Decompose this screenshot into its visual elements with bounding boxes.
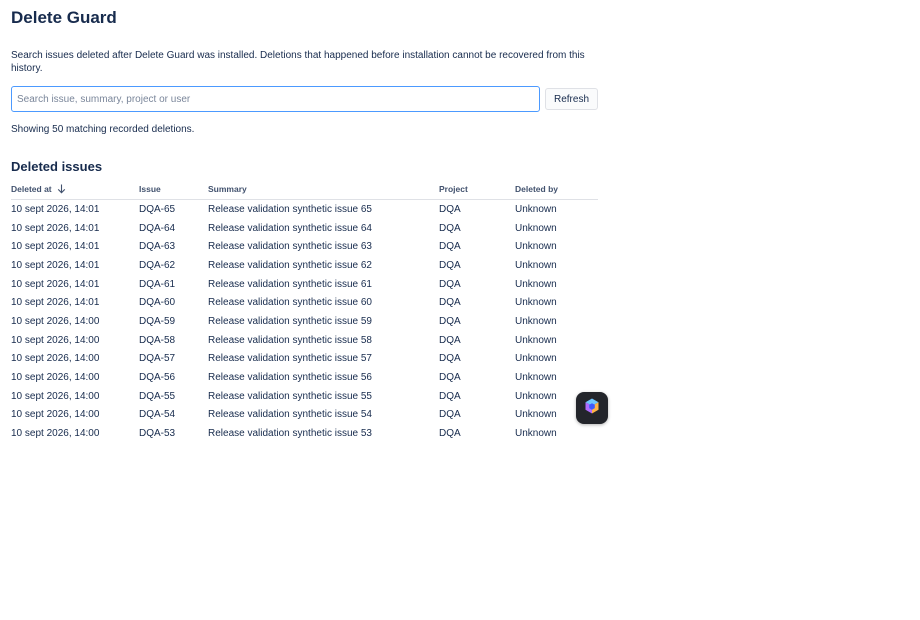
cell-summary: Release validation synthetic issue 59 [208,315,372,327]
app-launcher-button[interactable] [576,392,608,424]
cell-issue: DQA-62 [139,259,176,271]
cell-project: DQA [439,222,461,234]
cell-deleted-at: 10 sept 2026, 14:00 [11,372,100,384]
cell-project: DQA [439,297,461,309]
page-title: Delete Guard [11,8,117,27]
cell-deleted-by: Unknown [515,334,557,346]
cell-issue: DQA-54 [139,409,176,421]
cell-deleted-by: Unknown [515,259,557,271]
table-row: 10 sept 2026, 14:01 DQA-63 Release validat… [11,237,598,256]
table-row: 10 sept 2026, 14:00 DQA-53 Release validat… [11,424,598,443]
cell-issue: DQA-65 [139,203,176,215]
cell-deleted-by: Unknown [515,315,557,327]
cell-deleted-at: 10 sept 2026, 14:00 [11,315,100,327]
cell-deleted-by: Unknown [515,222,557,234]
cell-deleted-at: 10 sept 2026, 14:01 [11,241,100,253]
cell-project: DQA [439,203,461,215]
table-row: 10 sept 2026, 14:00 DQA-58 Release validat… [11,331,598,350]
column-header-deleted-by: Deleted by [515,184,598,200]
cell-project: DQA [439,372,461,384]
cell-deleted-at: 10 sept 2026, 14:00 [11,353,100,365]
cell-issue: DQA-60 [139,297,176,309]
table-row: 10 sept 2026, 14:00 DQA-54 Release validat… [11,406,598,425]
sort-descending-icon [57,184,66,196]
column-header-issue: Issue [139,184,208,200]
intro-text: Search issues deleted after Delete Guard… [11,50,585,74]
cell-summary: Release validation synthetic issue 55 [208,390,372,402]
cell-deleted-by: Unknown [515,241,557,253]
cube-logo-icon [583,397,601,420]
column-header-deleted-at[interactable]: Deleted at [11,184,139,200]
cell-deleted-at: 10 sept 2026, 14:01 [11,297,100,309]
cell-deleted-by: Unknown [515,353,557,365]
deleted-issues-table: Deleted at Issue Summary Project Deleted… [11,184,598,443]
table-row: 10 sept 2026, 14:01 DQA-62 Release validat… [11,256,598,275]
cell-summary: Release validation synthetic issue 62 [208,259,372,271]
cell-project: DQA [439,334,461,346]
cell-deleted-by: Unknown [515,372,557,384]
cell-deleted-at: 10 sept 2026, 14:00 [11,390,100,402]
cell-summary: Release validation synthetic issue 56 [208,372,372,384]
cell-deleted-at: 10 sept 2026, 14:00 [11,409,100,421]
table-row: 10 sept 2026, 14:00 DQA-59 Release validat… [11,312,598,331]
cell-summary: Release validation synthetic issue 65 [208,203,372,215]
table-row: 10 sept 2026, 14:01 DQA-60 Release validat… [11,293,598,312]
cell-project: DQA [439,409,461,421]
cell-issue: DQA-59 [139,315,176,327]
section-title: Deleted issues [11,159,103,174]
cell-deleted-at: 10 sept 2026, 14:01 [11,203,100,215]
cell-issue: DQA-56 [139,372,176,384]
delete-guard-page: Delete Guard Search issues deleted after… [0,0,609,443]
cell-summary: Release validation synthetic issue 63 [208,241,372,253]
cell-issue: DQA-57 [139,353,176,365]
cell-summary: Release validation synthetic issue 54 [208,409,372,421]
cell-deleted-at: 10 sept 2026, 14:00 [11,334,100,346]
column-header-label: Deleted at [11,184,52,194]
table-row: 10 sept 2026, 14:00 DQA-57 Release validat… [11,350,598,369]
cell-project: DQA [439,315,461,327]
cell-project: DQA [439,428,461,440]
table-row: 10 sept 2026, 14:00 DQA-55 Release validat… [11,387,598,406]
search-row: Refresh [11,86,598,112]
cell-deleted-by: Unknown [515,203,557,215]
cell-project: DQA [439,241,461,253]
result-count: Showing 50 matching recorded deletions. [11,124,195,135]
cell-deleted-at: 10 sept 2026, 14:00 [11,428,100,440]
column-header-summary: Summary [208,184,439,200]
table-row: 10 sept 2026, 14:00 DQA-56 Release validat… [11,368,598,387]
cell-summary: Release validation synthetic issue 64 [208,222,372,234]
cell-issue: DQA-61 [139,278,176,290]
cell-summary: Release validation synthetic issue 58 [208,334,372,346]
cell-issue: DQA-53 [139,428,176,440]
cell-deleted-at: 10 sept 2026, 14:01 [11,259,100,271]
cell-issue: DQA-64 [139,222,176,234]
table-header-row: Deleted at Issue Summary Project Deleted… [11,184,598,200]
cell-summary: Release validation synthetic issue 53 [208,428,372,440]
cell-issue: DQA-58 [139,334,176,346]
cell-issue: DQA-63 [139,241,176,253]
cell-deleted-by: Unknown [515,297,557,309]
column-header-project: Project [439,184,515,200]
table-row: 10 sept 2026, 14:01 DQA-61 Release validat… [11,275,598,294]
cell-deleted-at: 10 sept 2026, 14:01 [11,222,100,234]
cell-summary: Release validation synthetic issue 57 [208,353,372,365]
cell-deleted-at: 10 sept 2026, 14:01 [11,278,100,290]
cell-summary: Release validation synthetic issue 61 [208,278,372,290]
cell-deleted-by: Unknown [515,278,557,290]
cell-deleted-by: Unknown [515,428,557,440]
table-row: 10 sept 2026, 14:01 DQA-64 Release validat… [11,219,598,238]
table-body: 10 sept 2026, 14:01 DQA-65 Release validat… [11,200,598,443]
cell-project: DQA [439,278,461,290]
search-input[interactable] [11,86,540,112]
cell-project: DQA [439,259,461,271]
cell-project: DQA [439,390,461,402]
cell-project: DQA [439,353,461,365]
table-row: 10 sept 2026, 14:01 DQA-65 Release validat… [11,200,598,219]
refresh-button[interactable]: Refresh [544,88,598,110]
cell-issue: DQA-55 [139,390,176,402]
cell-summary: Release validation synthetic issue 60 [208,297,372,309]
